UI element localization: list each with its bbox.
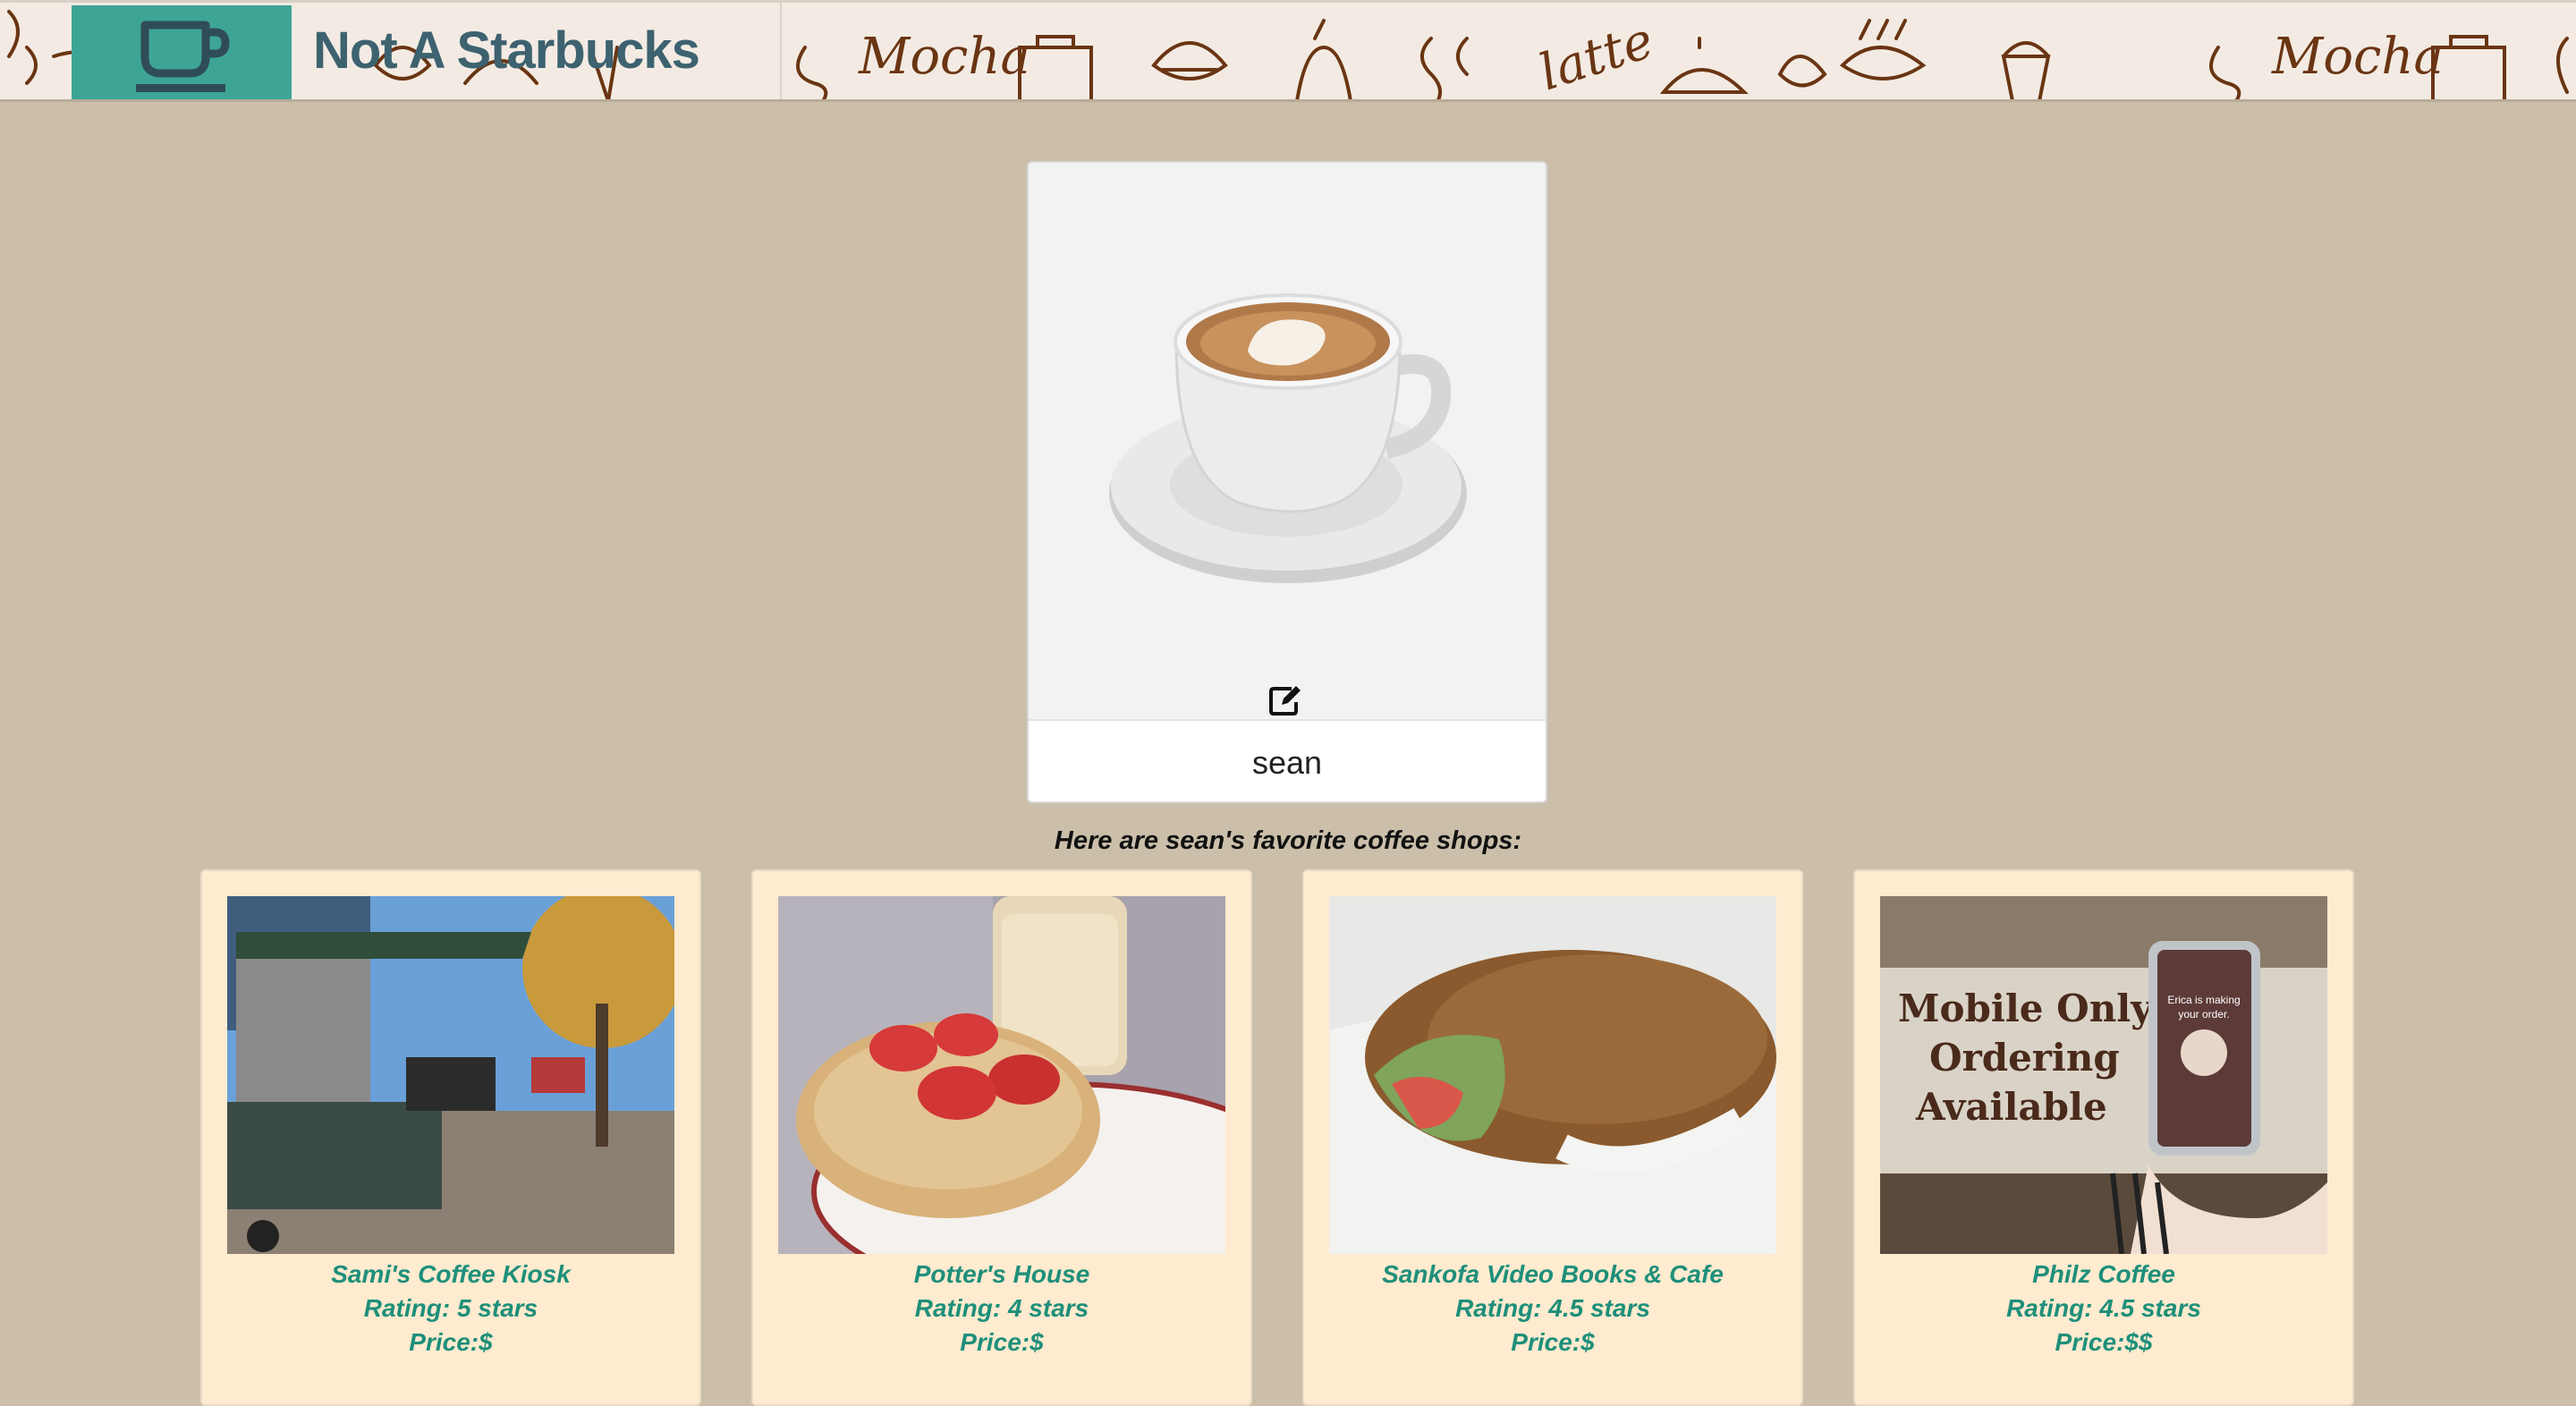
promo-line-2: Ordering [1929, 1036, 2120, 1080]
shop-rating: Rating: 4.5 stars [1455, 1294, 1650, 1322]
profile-name-bar: sean [1029, 719, 1546, 801]
shop-price: Price:$$ [2055, 1328, 2153, 1356]
profile-card: sean [1027, 161, 1547, 803]
shop-price: Price:$ [409, 1328, 493, 1356]
doodle-word-mocha: Mocha [859, 28, 1030, 86]
edit-icon[interactable] [1268, 685, 1302, 716]
shop-name[interactable]: Sami's Coffee Kiosk [202, 1258, 699, 1292]
header-divider [780, 3, 782, 99]
profile-photo [1029, 163, 1546, 717]
shop-rating: Rating: 4 stars [914, 1294, 1089, 1322]
shop-photo [1329, 896, 1776, 1254]
shop-name[interactable]: Philz Coffee [1855, 1258, 2352, 1292]
shop-price: Price:$ [960, 1328, 1044, 1356]
phone-line-1: Erica is making [2167, 994, 2240, 1006]
shop-photo [227, 896, 674, 1254]
coffee-cup-icon [136, 21, 230, 92]
promo-line-1: Mobile Only [1898, 987, 2154, 1030]
shop-price: Price:$ [1511, 1328, 1595, 1356]
promo-line-3: Available [1915, 1085, 2107, 1129]
shop-card[interactable]: Potter's House Rating: 4 stars Price:$ [751, 869, 1252, 1406]
shop-name[interactable]: Sankofa Video Books & Cafe [1304, 1258, 1801, 1292]
favorites-heading: Here are sean's favorite coffee shops: [1054, 826, 1522, 855]
shop-card[interactable]: Sami's Coffee Kiosk Rating: 5 stars Pric… [200, 869, 701, 1406]
brand-title[interactable]: Not A Starbucks [313, 21, 700, 80]
doodle-word-mocha-2: Mocha [2272, 28, 2444, 86]
profile-name: sean [1251, 744, 1323, 781]
site-header: Mocha latte Mocha Not A Starbucks [0, 0, 2576, 102]
shop-rating: Rating: 4.5 stars [2006, 1294, 2201, 1322]
shop-card[interactable]: Sankofa Video Books & Cafe Rating: 4.5 s… [1302, 869, 1803, 1406]
logo[interactable] [72, 5, 292, 99]
shop-photo: Mobile Only Ordering Available Erica is … [1880, 896, 2327, 1254]
shop-photo [778, 896, 1225, 1254]
shop-name[interactable]: Potter's House [753, 1258, 1250, 1292]
shop-rating: Rating: 5 stars [363, 1294, 538, 1322]
phone-line-2: your order. [2178, 1008, 2229, 1021]
shop-card[interactable]: Mobile Only Ordering Available Erica is … [1853, 869, 2354, 1406]
